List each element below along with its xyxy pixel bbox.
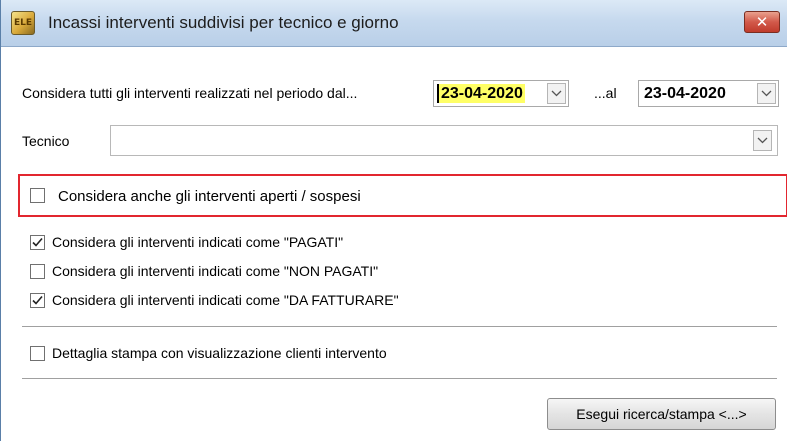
separator [22, 378, 777, 379]
paid-checkbox[interactable] [30, 235, 45, 250]
chevron-down-icon [757, 137, 768, 144]
unpaid-label[interactable]: Considera gli interventi indicati come "… [52, 263, 378, 279]
to-invoice-checkbox[interactable] [30, 293, 45, 308]
to-invoice-label[interactable]: Considera gli interventi indicati come "… [52, 292, 399, 308]
checkmark-icon [32, 237, 43, 247]
detail-clients-checkbox[interactable] [30, 346, 45, 361]
chevron-down-icon [761, 90, 772, 97]
date-from-dropdown-button[interactable] [547, 83, 566, 104]
period-from-label: Considera tutti gli interventi realizzat… [22, 85, 358, 101]
detail-clients-label[interactable]: Dettaglia stampa con visualizzazione cli… [52, 345, 387, 361]
technician-label: Tecnico [22, 133, 70, 149]
chevron-down-icon [551, 90, 562, 97]
separator [22, 326, 777, 327]
paid-label[interactable]: Considera gli interventi indicati come "… [52, 234, 343, 250]
period-to-label: ...al [594, 85, 617, 101]
close-button[interactable]: ✕ [744, 11, 780, 33]
window-title: Incassi interventi suddivisi per tecnico… [48, 13, 399, 32]
technician-select[interactable] [110, 125, 778, 156]
run-search-print-button[interactable]: Esegui ricerca/stampa <...> [547, 398, 776, 430]
checkmark-icon [32, 295, 43, 305]
date-from-picker[interactable]: 23-04-2020 [433, 80, 569, 107]
date-to-dropdown-button[interactable] [757, 83, 776, 104]
open-suspended-checkbox[interactable] [30, 188, 45, 203]
date-to-picker[interactable]: 23-04-2020 [638, 80, 779, 107]
dialog-window: ELE Incassi interventi suddivisi per tec… [0, 0, 787, 441]
technician-dropdown-button[interactable] [753, 130, 772, 151]
unpaid-checkbox[interactable] [30, 264, 45, 279]
date-to-value[interactable]: 23-04-2020 [642, 84, 728, 103]
title-bar[interactable]: ELE Incassi interventi suddivisi per tec… [1, 0, 787, 47]
app-icon: ELE [11, 11, 35, 35]
date-from-value[interactable]: 23-04-2020 [437, 84, 525, 103]
open-suspended-label[interactable]: Considera anche gli interventi aperti / … [58, 188, 361, 205]
